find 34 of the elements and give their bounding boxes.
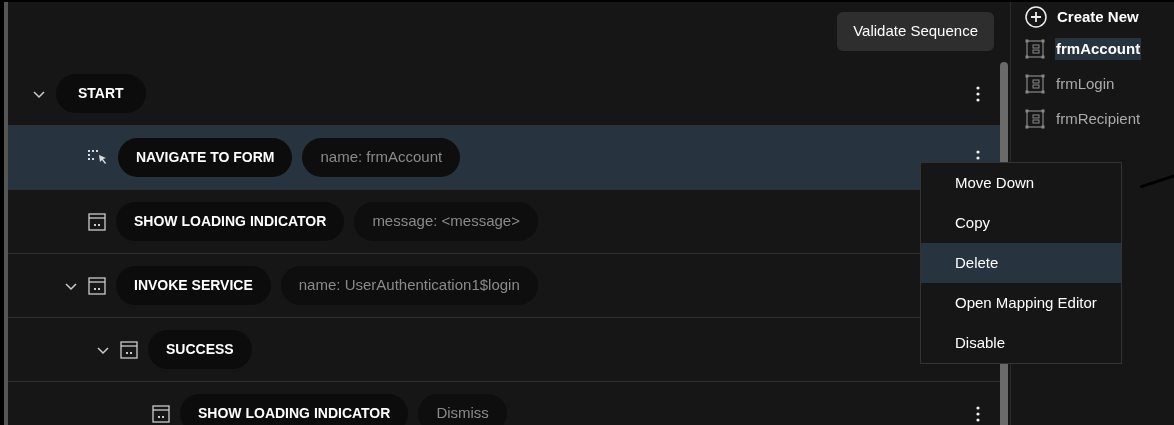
form-item[interactable]: frmAccount bbox=[1055, 37, 1142, 61]
chevron-icon[interactable] bbox=[96, 344, 110, 355]
menu-item[interactable]: Copy bbox=[921, 203, 1121, 243]
menu-item[interactable]: Disable bbox=[921, 323, 1121, 363]
step-name-pill[interactable]: INVOKE SERVICE bbox=[116, 266, 271, 305]
form-icon bbox=[1025, 39, 1045, 59]
step-parameter-pill: Dismiss bbox=[418, 394, 507, 425]
form-item[interactable]: frmRecipient bbox=[1055, 107, 1142, 131]
more-options-icon[interactable] bbox=[976, 405, 980, 422]
step-parameter-pill: message: <message> bbox=[354, 202, 538, 241]
menu-item[interactable]: Move Down bbox=[921, 163, 1121, 203]
step-name-pill[interactable]: SHOW LOADING INDICATOR bbox=[180, 394, 409, 425]
menu-item[interactable]: Open Mapping Editor bbox=[921, 283, 1121, 323]
validate-sequence-button[interactable]: Validate Sequence bbox=[837, 12, 994, 51]
form-item[interactable]: frmLogin bbox=[1055, 72, 1116, 96]
form-icon bbox=[1025, 109, 1045, 129]
panel-icon bbox=[88, 212, 106, 231]
step-name-pill[interactable]: SUCCESS bbox=[148, 330, 252, 369]
add-icon[interactable] bbox=[1025, 6, 1047, 29]
step-name-pill[interactable]: NAVIGATE TO FORM bbox=[118, 138, 293, 177]
cursor-select-icon bbox=[88, 149, 108, 166]
step-name-pill[interactable]: SHOW LOADING INDICATOR bbox=[116, 202, 345, 241]
menu-item[interactable]: Delete bbox=[921, 243, 1121, 283]
step-name-pill[interactable]: START bbox=[56, 74, 146, 113]
more-options-icon[interactable] bbox=[976, 85, 980, 102]
step-parameter-pill: name: frmAccount bbox=[302, 138, 461, 177]
step-parameter-pill: name: UserAuthentication1$login bbox=[280, 266, 538, 305]
panel-icon bbox=[152, 404, 170, 423]
form-icon bbox=[1025, 74, 1045, 94]
panel-icon bbox=[88, 276, 106, 295]
chevron-icon[interactable] bbox=[32, 88, 46, 99]
chevron-icon[interactable] bbox=[64, 280, 78, 291]
panel-icon bbox=[120, 340, 138, 359]
create-new-link[interactable]: Create New bbox=[1057, 6, 1139, 29]
